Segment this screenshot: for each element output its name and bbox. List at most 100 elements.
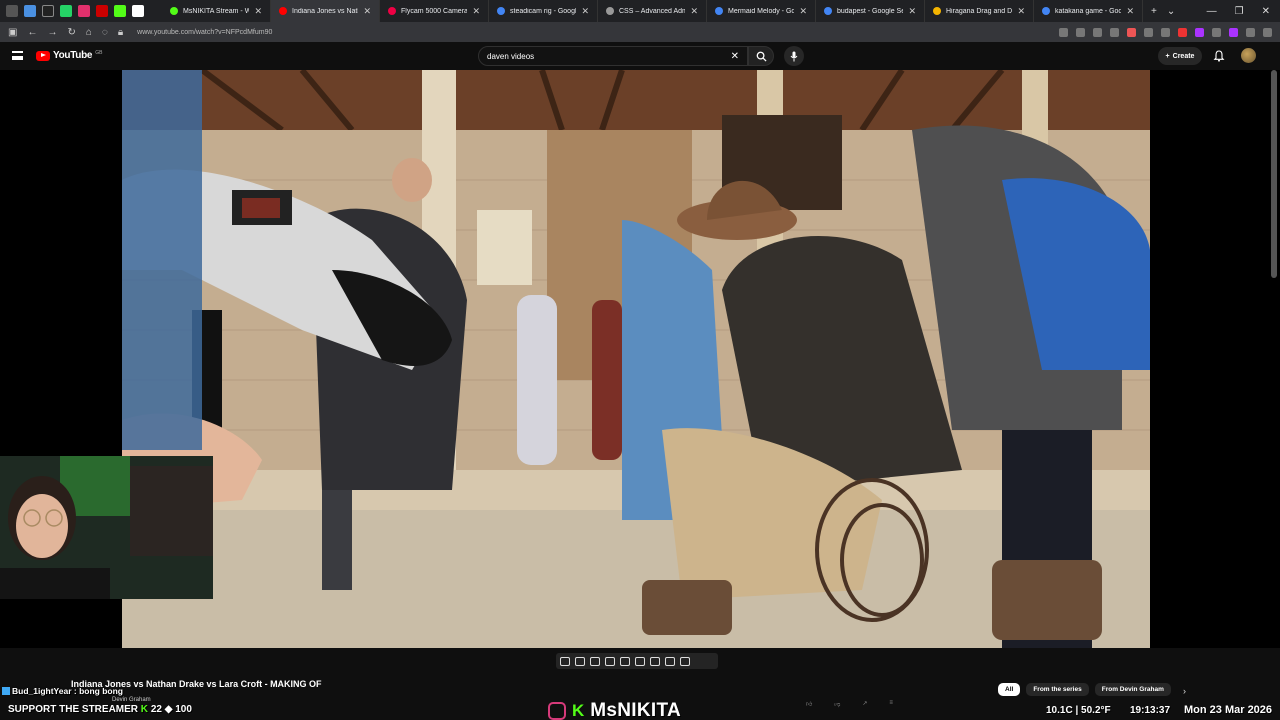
instagram-icon [548,702,566,720]
lock-icon[interactable]: 🔒︎ [118,27,123,38]
tab-favicon [933,7,941,15]
pinned-tab-icon[interactable] [6,5,18,17]
miniplayer-icon[interactable] [605,656,615,666]
settings-icon[interactable] [680,656,690,666]
sidebar-toggle-icon[interactable]: ▣ [8,27,17,38]
extension-icon[interactable] [1229,27,1238,37]
restore-icon[interactable]: ❐ [1235,6,1244,17]
tab-close-icon[interactable]: ✕ [799,6,807,17]
country-code: GB [95,50,103,56]
pinned-tab-icon[interactable] [114,5,126,17]
tab[interactable]: CSS – Advanced Administratio ✕ [598,0,707,22]
tab[interactable]: Flycam 5000 Camera Stabilize ✕ [380,0,489,22]
download-icon[interactable] [1110,27,1119,37]
actor-boot [642,580,732,635]
tab-close-icon[interactable]: ✕ [908,6,916,17]
tab[interactable]: Mermaid Melody - Google Sea ✕ [707,0,816,22]
extension-icon[interactable] [1212,27,1221,37]
streamer-name: MsNIKITA [590,700,681,720]
video-frame [122,70,1150,648]
tab-title: MsNIKITA Stream - Watch Live [183,7,249,15]
account-avatar[interactable] [1241,48,1256,63]
new-tab-icon[interactable]: + [1151,6,1157,17]
menu-icon[interactable] [1263,27,1272,37]
tab-title: budapest - Google Search [837,7,903,15]
create-button[interactable]: + Create [1158,47,1202,65]
like-button[interactable]: 👍︎ [806,700,812,708]
chip-from-channel[interactable]: From Devin Graham [1094,683,1171,696]
tab-favicon [388,7,396,15]
speed-icon[interactable] [635,656,645,666]
youtube-play-icon [36,50,50,61]
tab-title: CSS – Advanced Administratio [619,7,685,15]
shield-icon[interactable]: ◌ [102,27,108,38]
tab[interactable]: katakana game - Google Searc ✕ [1034,0,1143,22]
chips-next-chevron-icon[interactable]: › [1183,686,1186,696]
foreground-person-striped [122,70,202,450]
streamer-webcam [0,456,213,599]
tab-close-icon[interactable]: ✕ [363,6,371,17]
dislike-button[interactable]: 👎︎ [834,700,840,708]
tab[interactable]: budapest - Google Search ✕ [816,0,925,22]
extension-icon[interactable] [1127,27,1136,37]
voice-search-button[interactable] [784,46,804,66]
theater-icon[interactable] [620,656,630,666]
pinned-tab-icon[interactable] [96,5,108,17]
clear-search-icon[interactable]: ✕ [731,51,739,62]
reload-icon[interactable]: ↻ [67,27,75,38]
extension-icon[interactable] [1059,27,1068,37]
channel-name[interactable]: Devin Graham [112,697,151,703]
screen: MsNIKITA Stream - Watch Live ✕ Indiana Jo… [0,0,1280,720]
tab-close-icon[interactable]: ✕ [1017,6,1025,17]
tab[interactable]: steadicam rig - Google Search ✕ [489,0,598,22]
chat-text: bong bong [79,686,123,696]
save-button[interactable]: ≡ [889,700,893,708]
weather-readout: 10.1C | 50.2°F [1046,705,1111,716]
pinned-tab-icon[interactable] [132,5,144,17]
notifications-bell-icon[interactable] [1213,50,1225,62]
extension-icon[interactable] [1144,27,1153,37]
pip-icon[interactable] [650,656,660,666]
pinned-tab-icon[interactable] [24,5,36,17]
window-controls: — ❐ ✕ [1207,6,1280,17]
search-button[interactable] [748,46,774,66]
star-icon[interactable] [1093,27,1102,37]
chat-message: Bud_1ightYear : bong bong [2,686,123,696]
tab-close-icon[interactable]: ✕ [1126,6,1134,17]
pinned-tab-icon[interactable] [42,5,54,17]
back-icon[interactable]: ← [27,27,37,38]
chip-all[interactable]: All [998,683,1021,696]
chip-from-series[interactable]: From the series [1026,683,1089,696]
youtube-logo[interactable]: YouTube GB [36,50,102,61]
minimize-icon[interactable]: — [1207,6,1217,17]
tab-list-chevron-icon[interactable]: ⌄ [1167,6,1175,17]
close-window-icon[interactable]: ✕ [1262,6,1270,17]
search-input[interactable]: daven videos ✕ [478,46,748,66]
screenshot-icon[interactable] [665,656,675,666]
pinned-tab-icon[interactable] [60,5,72,17]
youtube-logo-text: YouTube [53,50,93,61]
forward-icon[interactable]: → [47,27,57,38]
pinned-tab-icon[interactable] [78,5,90,17]
extension-icon[interactable] [1178,27,1187,37]
page-scrollbar[interactable] [1271,70,1277,278]
tab[interactable]: MsNIKITA Stream - Watch Live ✕ [162,0,271,22]
tab-close-icon[interactable]: ✕ [254,6,262,17]
url-field[interactable]: www.youtube.com/watch?v=NFPcdMfum90 [137,29,272,36]
tab-close-icon[interactable]: ✕ [690,6,698,17]
video-player[interactable] [122,70,1150,648]
extension-icon[interactable] [1076,27,1085,37]
audio-icon[interactable] [575,656,585,666]
tab-close-icon[interactable]: ✕ [581,6,589,17]
share-button[interactable]: ↗ [862,700,867,708]
extension-icon[interactable] [1246,27,1255,37]
loop-icon[interactable] [560,656,570,666]
home-icon[interactable]: ⌂ [86,27,92,38]
captions-icon[interactable] [590,656,600,666]
tab-close-icon[interactable]: ✕ [472,6,480,17]
extension-icon[interactable] [1161,27,1170,37]
extension-icon[interactable] [1195,27,1204,37]
tab-active[interactable]: Indiana Jones vs Nathan Drake ✕ [271,0,380,22]
hamburger-menu-icon[interactable] [12,51,23,60]
tab[interactable]: Hiragana Drag and Drop or Ki ✕ [925,0,1034,22]
